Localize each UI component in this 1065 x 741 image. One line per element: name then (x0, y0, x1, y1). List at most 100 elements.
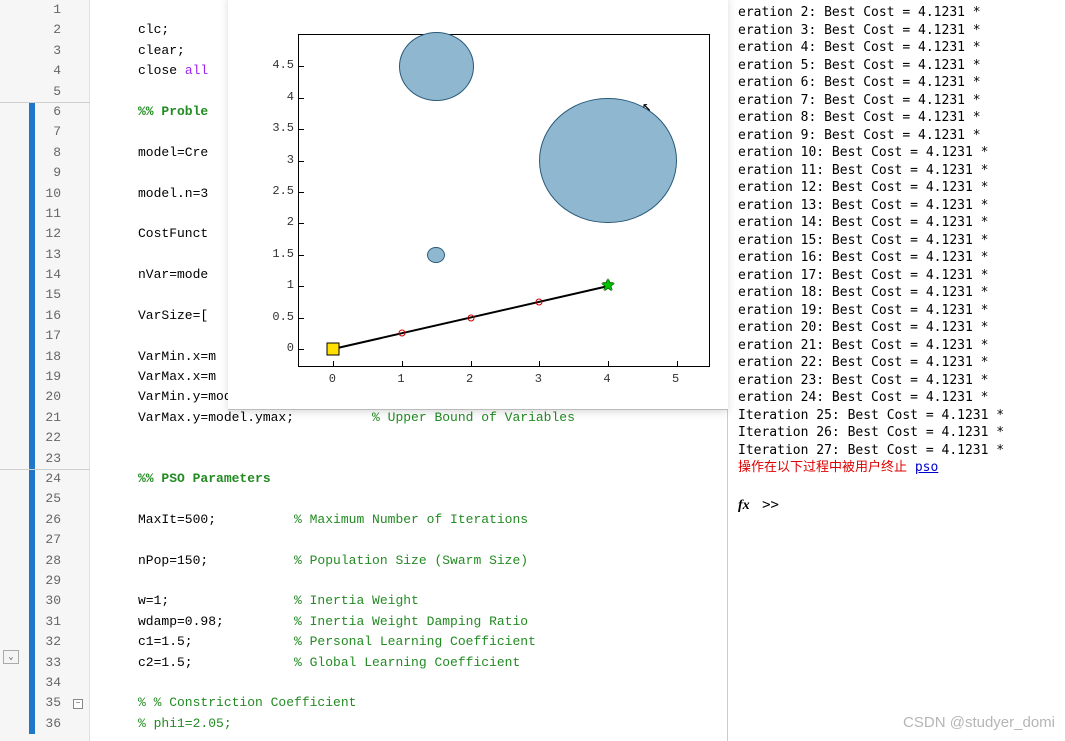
line-number: 28 (0, 551, 89, 571)
console-output-line: eration 23: Best Cost = 4.1231 * (738, 372, 1065, 390)
line-number: 24 (0, 469, 89, 489)
obstacle-circle (399, 32, 475, 101)
line-number: 1 (0, 0, 89, 20)
line-number: 9 (0, 163, 89, 183)
line-number: 4 (0, 61, 89, 81)
code-line[interactable]: wdamp=0.98; % Inertia Weight Damping Rat… (90, 612, 727, 632)
line-number: 5 (0, 82, 89, 102)
console-output-line: eration 18: Best Cost = 4.1231 * (738, 284, 1065, 302)
line-number: 26 (0, 510, 89, 530)
code-line[interactable] (90, 673, 727, 693)
error-link[interactable]: pso (915, 460, 938, 475)
section-marker (29, 102, 35, 469)
line-number: 27 (0, 530, 89, 550)
y-tick-label: 4 (287, 90, 294, 104)
line-number: 16 (0, 306, 89, 326)
dropdown-button[interactable]: ⌄ (3, 650, 19, 664)
line-number: 20 (0, 387, 89, 407)
obstacle-circle (427, 247, 445, 263)
y-tick-label: 1 (287, 278, 294, 292)
console-output-line: eration 3: Best Cost = 4.1231 * (738, 22, 1065, 40)
line-number: 8 (0, 143, 89, 163)
console-output-line: eration 16: Best Cost = 4.1231 * (738, 249, 1065, 267)
console-output-line: eration 14: Best Cost = 4.1231 * (738, 214, 1065, 232)
line-number: 34 (0, 673, 89, 693)
line-number: 21 (0, 408, 89, 428)
section-marker (29, 469, 35, 734)
code-line[interactable] (90, 428, 727, 448)
y-tick-label: 3.5 (272, 121, 294, 135)
code-line[interactable]: MaxIt=500; % Maximum Number of Iteration… (90, 510, 727, 530)
axes[interactable]: ★ (298, 34, 710, 367)
code-line[interactable]: c2=1.5; % Global Learning Coefficient (90, 653, 727, 673)
line-number: 18 (0, 347, 89, 367)
console-output-line: Iteration 25: Best Cost = 4.1231 * (738, 407, 1065, 425)
code-line[interactable] (90, 571, 727, 591)
y-tick-label: 2 (287, 215, 294, 229)
y-tick-label: 2.5 (272, 184, 294, 198)
console-output-line: eration 5: Best Cost = 4.1231 * (738, 57, 1065, 75)
console-output-line: eration 8: Best Cost = 4.1231 * (738, 109, 1065, 127)
y-tick-label: 4.5 (272, 58, 294, 72)
figure-window[interactable]: 00.511.522.533.544.5 ★ 012345 ↖ (228, 0, 728, 410)
line-number: 14 (0, 265, 89, 285)
line-number: 17 (0, 326, 89, 346)
code-line[interactable]: nPop=150; % Population Size (Swarm Size) (90, 551, 727, 571)
console-output-line: eration 21: Best Cost = 4.1231 * (738, 337, 1065, 355)
y-tick-label: 0.5 (272, 310, 294, 324)
cursor-icon: ↖ (642, 96, 652, 116)
gutter: 1234567891011121314151617181920212223242… (0, 0, 90, 741)
x-tick-label: 4 (603, 372, 610, 386)
code-line[interactable]: % % Constriction Coefficient (90, 693, 727, 713)
line-number: 12 (0, 224, 89, 244)
path-waypoint (399, 330, 406, 337)
line-number: 19 (0, 367, 89, 387)
code-line[interactable]: w=1; % Inertia Weight (90, 591, 727, 611)
line-number: 2 (0, 20, 89, 40)
code-line[interactable]: % phi1=2.05; (90, 714, 727, 734)
code-line[interactable]: VarMax.y=model.ymax; % Upper Bound of Va… (90, 408, 727, 428)
prompt-row[interactable]: fx >> (738, 497, 1065, 514)
console-output-line: eration 10: Best Cost = 4.1231 * (738, 144, 1065, 162)
watermark: CSDN @studyer_domi (903, 714, 1055, 731)
line-number: 10 (0, 184, 89, 204)
line-number: 6 (0, 102, 89, 122)
line-number: 25 (0, 489, 89, 509)
code-line[interactable] (90, 449, 727, 469)
line-number: 29 (0, 571, 89, 591)
line-number: 36 (0, 714, 89, 734)
console-output-line: eration 20: Best Cost = 4.1231 * (738, 319, 1065, 337)
console-output-line: eration 15: Best Cost = 4.1231 * (738, 232, 1065, 250)
code-line[interactable]: %% PSO Parameters (90, 469, 727, 489)
command-window[interactable]: eration 2: Best Cost = 4.1231 *eration 3… (727, 0, 1065, 741)
console-output-line: Iteration 26: Best Cost = 4.1231 * (738, 424, 1065, 442)
line-number: 13 (0, 245, 89, 265)
fx-icon[interactable]: fx (738, 498, 750, 513)
code-line[interactable] (90, 530, 727, 550)
x-tick-label: 3 (535, 372, 542, 386)
line-number: 22 (0, 428, 89, 448)
y-tick-label: 1.5 (272, 247, 294, 261)
x-axis-ticks: 012345 (298, 370, 710, 390)
console-output-line: eration 11: Best Cost = 4.1231 * (738, 162, 1065, 180)
console-output-line: eration 22: Best Cost = 4.1231 * (738, 354, 1065, 372)
console-output-line: Iteration 27: Best Cost = 4.1231 * (738, 442, 1065, 460)
console-output-line: eration 7: Best Cost = 4.1231 * (738, 92, 1065, 110)
fold-button[interactable]: − (73, 699, 83, 709)
y-axis-ticks: 00.511.522.533.544.5 (258, 34, 294, 367)
y-tick-label: 3 (287, 153, 294, 167)
console-output-line: eration 17: Best Cost = 4.1231 * (738, 267, 1065, 285)
console-output-line: eration 2: Best Cost = 4.1231 * (738, 4, 1065, 22)
line-number: 30 (0, 591, 89, 611)
obstacle-circle (539, 98, 676, 224)
path-waypoint (467, 314, 474, 321)
console-output-line: eration 13: Best Cost = 4.1231 * (738, 197, 1065, 215)
prompt[interactable]: >> (754, 497, 779, 513)
path-waypoint (536, 299, 543, 306)
code-line[interactable] (90, 489, 727, 509)
line-number: 15 (0, 285, 89, 305)
code-line[interactable]: c1=1.5; % Personal Learning Coefficient (90, 632, 727, 652)
console-error-line: 操作在以下过程中被用户终止 pso (738, 459, 1065, 477)
x-tick-label: 5 (672, 372, 679, 386)
console-output-line: eration 6: Best Cost = 4.1231 * (738, 74, 1065, 92)
